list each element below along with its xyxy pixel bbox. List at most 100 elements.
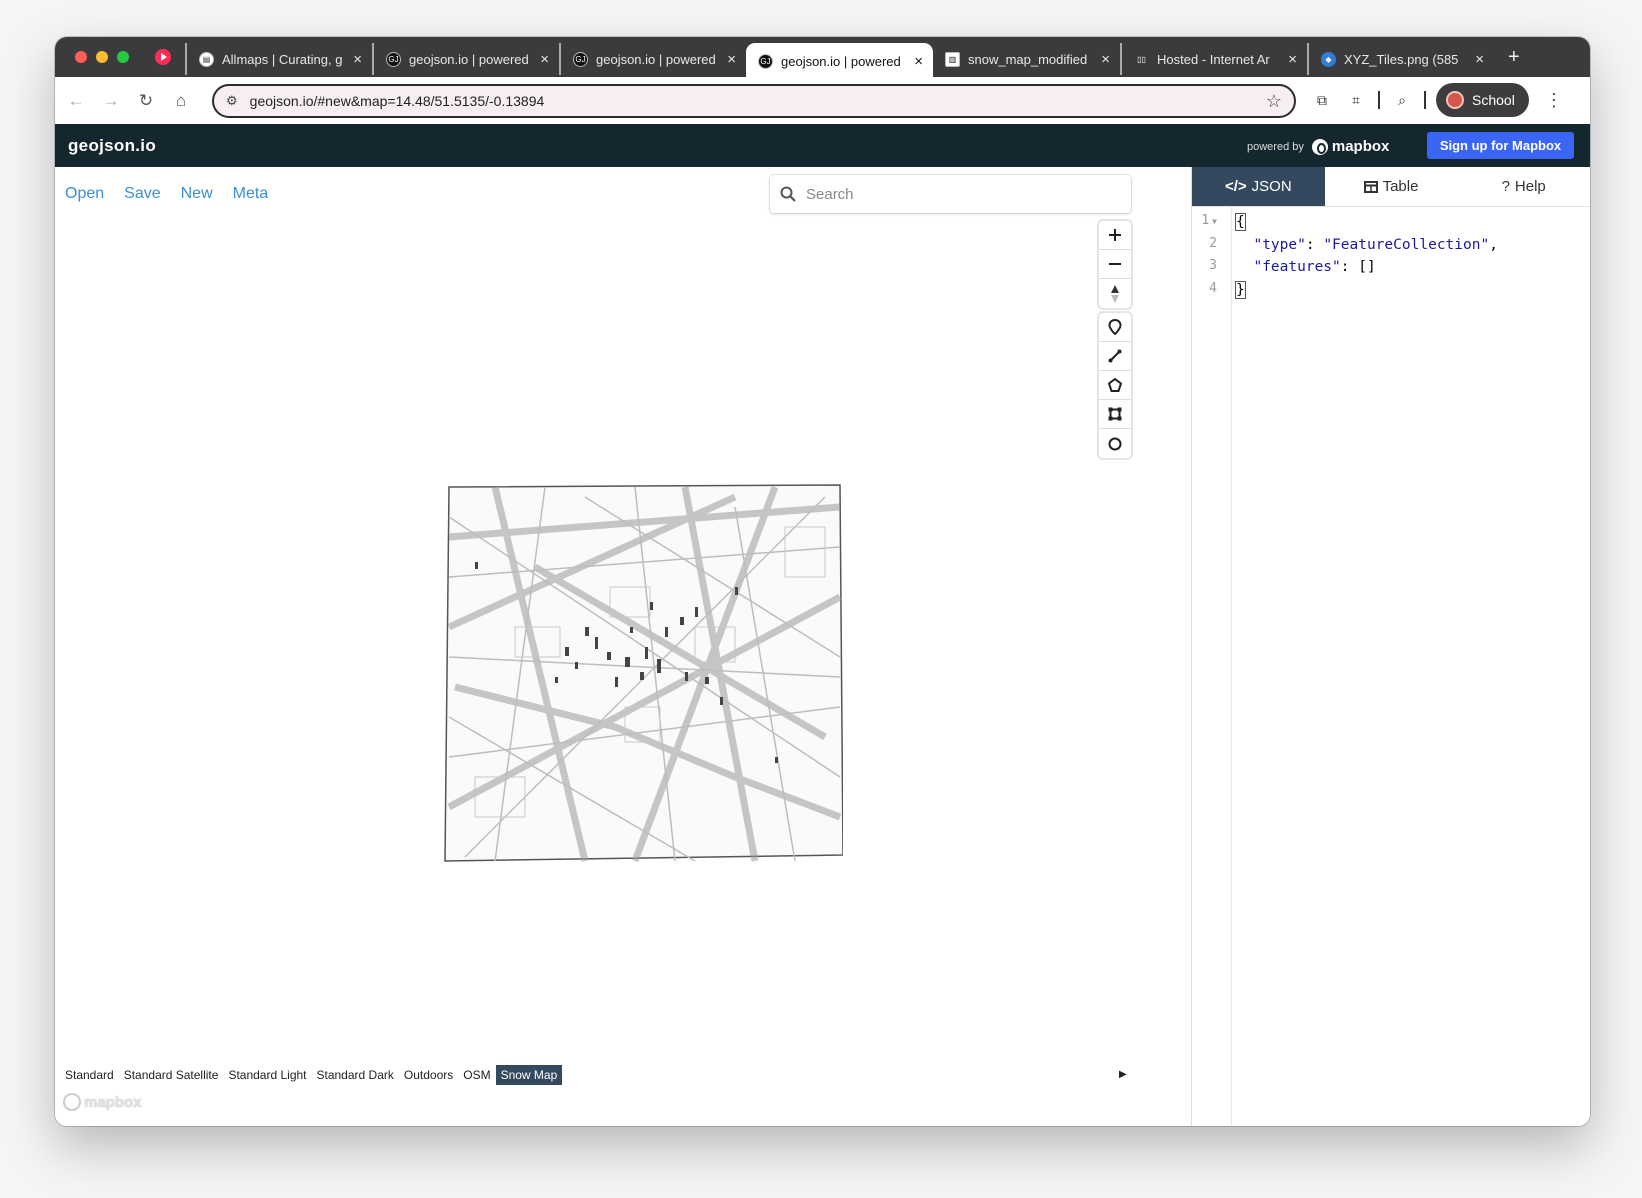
draw-line-button[interactable] xyxy=(1099,342,1131,371)
basemap-outdoors[interactable]: Outdoors xyxy=(399,1065,458,1085)
compass-button[interactable] xyxy=(1099,279,1131,308)
tab-title: geojson.io | powered xyxy=(409,51,529,67)
plus-icon xyxy=(1109,229,1121,241)
new-menu[interactable]: New xyxy=(181,185,213,203)
zoom-in-button[interactable] xyxy=(1099,221,1131,250)
browser-tab[interactable]: GJ geojson.io | powered × xyxy=(559,43,746,75)
window-controls xyxy=(75,51,129,63)
map-pane[interactable]: Open Save New Meta Search Standard Stand… xyxy=(55,167,1191,1126)
mapbox-logo[interactable]: mapbox xyxy=(1311,138,1390,155)
basemap-standard-dark[interactable]: Standard Dark xyxy=(312,1065,399,1085)
minimize-window-button[interactable] xyxy=(96,51,108,63)
draw-polygon-button[interactable] xyxy=(1099,371,1131,400)
powered-by-label: powered by xyxy=(1247,140,1304,153)
code-line: "type": "FeatureCollection", xyxy=(1253,236,1498,253)
features-key: "features" xyxy=(1253,259,1341,275)
close-tab-icon[interactable]: × xyxy=(1101,51,1110,68)
line-number: 4 xyxy=(1209,280,1217,296)
browser-tab-active[interactable]: GJ geojson.io | powered × xyxy=(746,43,933,79)
close-tab-icon[interactable]: × xyxy=(540,51,549,68)
rectangle-icon xyxy=(1108,407,1122,421)
allmaps-icon: ▤ xyxy=(199,51,214,67)
address-bar[interactable]: ⚙ geojson.io/#new&map=14.48/51.5135/-0.1… xyxy=(212,84,1296,118)
close-tab-icon[interactable]: × xyxy=(353,51,362,68)
close-tab-icon[interactable]: × xyxy=(914,53,923,70)
browser-tab[interactable]: ▥ snow_map_modified × xyxy=(933,43,1120,75)
save-menu[interactable]: Save xyxy=(124,185,160,203)
close-tab-icon[interactable]: × xyxy=(727,51,736,68)
powered-by: powered by mapbox xyxy=(1247,138,1389,155)
close-tab-icon[interactable]: × xyxy=(1475,51,1484,68)
play-arrow-icon[interactable]: ▶ xyxy=(1119,1069,1127,1080)
url-text[interactable]: geojson.io/#new&map=14.48/51.5135/-0.138… xyxy=(250,93,545,109)
code-content[interactable]: { "type": "FeatureCollection", "features… xyxy=(1235,211,1498,301)
brand-logo[interactable]: geojson.io xyxy=(68,136,156,156)
zoom-controls xyxy=(1099,221,1131,308)
minus-icon xyxy=(1109,263,1121,265)
draw-rectangle-button[interactable] xyxy=(1099,400,1131,429)
zoom-out-button[interactable] xyxy=(1099,250,1131,279)
code-icon: </> xyxy=(1224,178,1247,195)
open-menu[interactable]: Open xyxy=(65,185,104,203)
line-number: 3 xyxy=(1209,258,1217,273)
new-tab-button[interactable]: + xyxy=(1508,46,1520,69)
avatar xyxy=(1446,91,1464,109)
tab-search-icon[interactable]: ⌕ xyxy=(1390,88,1414,112)
code-editor[interactable]: 1 ▼ 2 3 4 { "type": "FeatureCollection", … xyxy=(1192,207,1590,1126)
basemap-standard-light[interactable]: Standard Light xyxy=(223,1065,311,1085)
back-icon[interactable]: ← xyxy=(62,87,90,115)
geojson-icon: GJ xyxy=(758,53,773,69)
search-input[interactable] xyxy=(806,185,1106,203)
maximize-window-button[interactable] xyxy=(117,51,129,63)
tab-strip: ▤ Allmaps | Curating, g × GJ geojson.io … xyxy=(55,37,1590,79)
search-box[interactable] xyxy=(770,175,1131,213)
home-icon[interactable]: ⌂ xyxy=(167,87,195,115)
image-icon: ◆ xyxy=(1321,51,1336,67)
circle-icon xyxy=(1108,437,1122,450)
tab-help[interactable]: ? Help xyxy=(1457,167,1590,206)
tab-title: XYZ_Tiles.png (585 xyxy=(1344,51,1459,67)
reload-icon[interactable]: ↻ xyxy=(132,87,160,115)
basemap-standard-satellite[interactable]: Standard Satellite xyxy=(119,1065,224,1085)
mapbox-label: mapbox xyxy=(1331,138,1390,155)
browser-tab[interactable]: ▤ Allmaps | Curating, g × xyxy=(185,43,372,75)
tab-title: Hosted - Internet Ar xyxy=(1157,51,1270,67)
line-icon xyxy=(1108,349,1122,363)
close-tab-icon[interactable]: × xyxy=(1288,51,1297,68)
app-header: geojson.io powered by mapbox Sign up for… xyxy=(55,124,1590,167)
more-menu-icon[interactable]: ⋮ xyxy=(1545,90,1563,111)
translate-icon[interactable]: ⧉ xyxy=(1310,88,1334,112)
youtube-music-icon[interactable] xyxy=(155,49,171,65)
tab-json-label: JSON xyxy=(1251,178,1292,195)
separator xyxy=(1424,91,1426,109)
snow-map-overlay[interactable] xyxy=(435,477,843,869)
browser-tab[interactable]: ▯▯ Hosted - Internet Ar × xyxy=(1120,43,1307,75)
tab-title: geojson.io | powered xyxy=(781,53,901,69)
draw-circle-button[interactable] xyxy=(1099,429,1131,458)
tab-title: Allmaps | Curating, g xyxy=(222,51,343,67)
features-value: [] xyxy=(1358,259,1376,275)
table-icon xyxy=(1363,180,1378,193)
line-gutter: 1 ▼ 2 3 4 xyxy=(1192,207,1232,1126)
tab-json[interactable]: </> JSON xyxy=(1192,167,1325,206)
browser-tab[interactable]: ◆ XYZ_Tiles.png (585 × xyxy=(1307,43,1494,75)
tab-table[interactable]: Table xyxy=(1325,167,1458,206)
bookmark-star-icon[interactable]: ☆ xyxy=(1266,91,1282,112)
mapbox-watermark[interactable]: mapbox xyxy=(63,1093,142,1111)
sign-up-button[interactable]: Sign up for Mapbox xyxy=(1427,132,1574,159)
draw-point-button[interactable] xyxy=(1099,313,1131,342)
mapbox-icon xyxy=(63,1093,81,1111)
fold-icon[interactable]: ▼ xyxy=(1212,217,1217,226)
forward-icon[interactable]: → xyxy=(97,87,125,115)
extensions-icon[interactable]: ⌗ xyxy=(1344,88,1368,112)
browser-tab[interactable]: GJ geojson.io | powered × xyxy=(372,43,559,75)
basemap-switcher: Standard Standard Satellite Standard Lig… xyxy=(60,1065,563,1085)
close-window-button[interactable] xyxy=(75,51,87,63)
basemap-snow-map[interactable]: Snow Map xyxy=(495,1065,563,1085)
profile-button[interactable]: School xyxy=(1436,83,1529,117)
basemap-standard[interactable]: Standard xyxy=(60,1065,119,1085)
basemap-osm[interactable]: OSM xyxy=(458,1065,495,1085)
meta-menu[interactable]: Meta xyxy=(233,185,269,203)
tab-title: snow_map_modified xyxy=(968,51,1088,67)
site-settings-icon[interactable]: ⚙ xyxy=(226,93,238,109)
